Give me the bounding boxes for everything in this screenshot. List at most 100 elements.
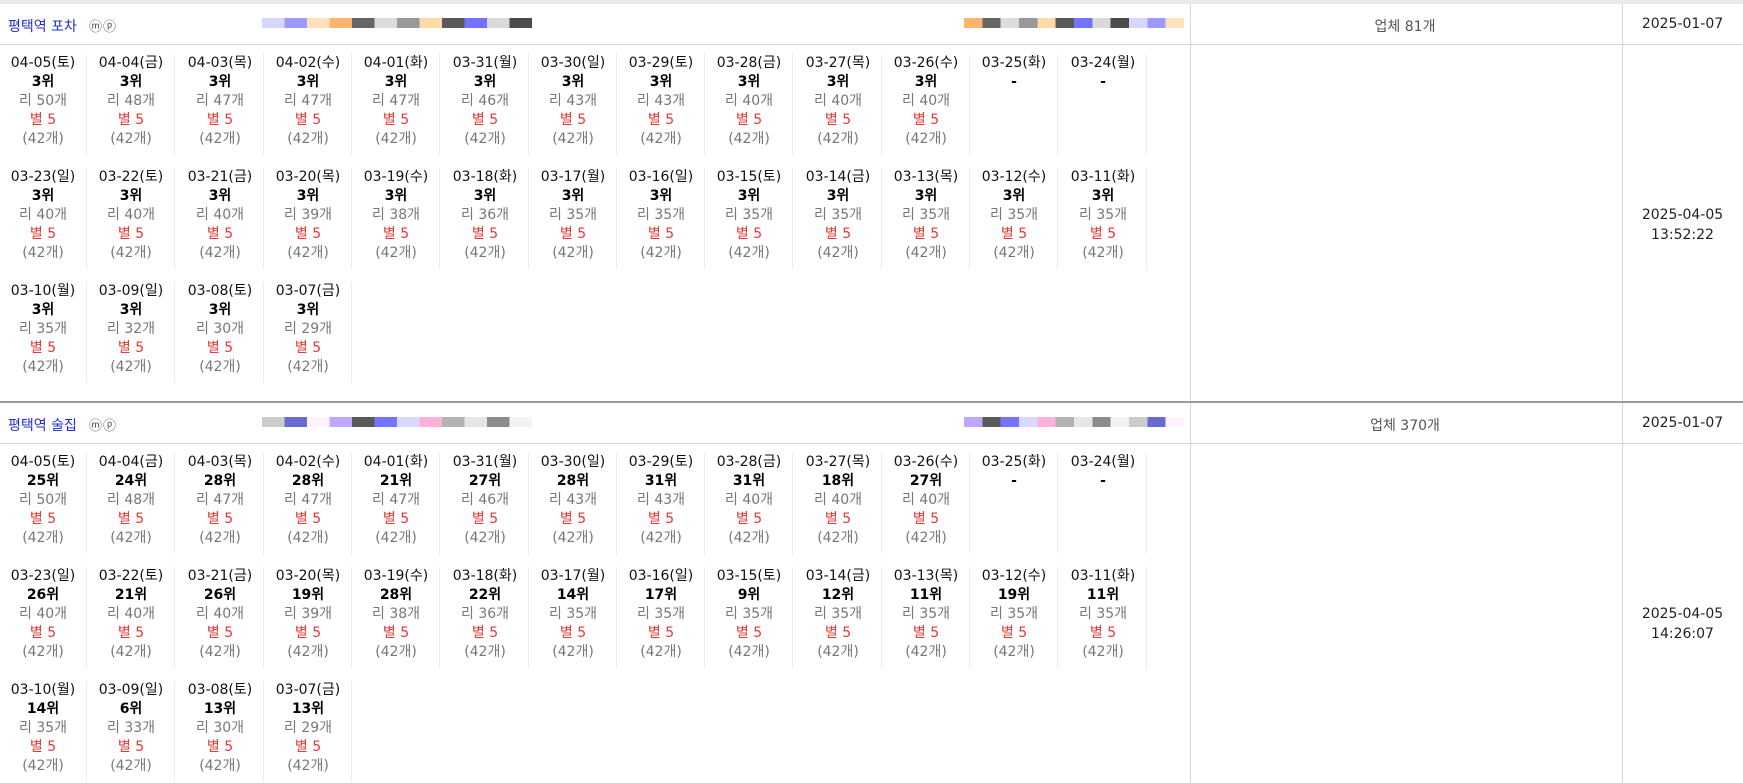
day-star-count: (42개)	[199, 131, 241, 147]
day-star-count: (42개)	[993, 644, 1035, 660]
day-rank: 3위	[649, 74, 673, 90]
day-review-count: 리 40개	[106, 606, 156, 622]
day-date: 03-23(일)	[10, 169, 76, 185]
keyword-link[interactable]: 평택역 포차	[8, 16, 77, 36]
day-date: 03-24(월)	[1070, 55, 1136, 71]
keyword-header-row: 평택역 포차 ⓜⓟ 업체 81개 2025-01-07	[0, 4, 1743, 45]
day-rank: 3위	[649, 188, 673, 204]
day-star-count: (42개)	[375, 131, 417, 147]
day-star-rating: 별 5	[912, 112, 940, 128]
column-divider	[1622, 403, 1623, 783]
day-rank: 3위	[208, 74, 232, 90]
day-star-count: (42개)	[22, 644, 64, 660]
day-rank-cell: 03-09(일) 6위 리 33개 별 5 (42개)	[88, 681, 175, 782]
day-rank-cell: 03-30(일) 3위 리 43개 별 5 (42개)	[530, 54, 617, 155]
day-review-count: 리 40개	[106, 207, 156, 223]
day-date: 03-30(일)	[540, 55, 606, 71]
day-star-rating: 별 5	[471, 226, 499, 242]
day-star-rating: 별 5	[294, 112, 322, 128]
day-star-count: (42개)	[110, 530, 152, 546]
day-rank-cell: 03-15(토) 3위 리 35개 별 5 (42개)	[706, 168, 793, 269]
day-star-count: (42개)	[199, 530, 241, 546]
day-star-count: (42개)	[817, 530, 859, 546]
day-rank-cell: 03-18(화) 22위 리 36개 별 5 (42개)	[442, 567, 529, 668]
day-star-count: (42개)	[552, 644, 594, 660]
day-rank: 13위	[203, 701, 237, 717]
business-count: 업체 370개	[1370, 418, 1440, 434]
day-rank-cell: 03-29(토) 31위 리 43개 별 5 (42개)	[618, 453, 705, 554]
day-star-count: (42개)	[728, 131, 770, 147]
day-rank: 6위	[119, 701, 143, 717]
day-star-count: (42개)	[817, 644, 859, 660]
day-rank: 3위	[208, 188, 232, 204]
day-rank: 3위	[119, 302, 143, 318]
day-star-count: (42개)	[1082, 245, 1124, 261]
keyword-link[interactable]: 평택역 술집	[8, 415, 77, 435]
day-review-count: 리 38개	[371, 207, 421, 223]
day-star-rating: 별 5	[29, 511, 57, 527]
day-rank-cell: 04-01(화) 21위 리 47개 별 5 (42개)	[353, 453, 440, 554]
column-divider	[1190, 4, 1191, 403]
day-rank: -	[1011, 74, 1017, 90]
day-review-count: 리 35개	[18, 321, 68, 337]
day-rank: 21위	[114, 587, 148, 603]
day-star-rating: 별 5	[471, 511, 499, 527]
day-review-count: 리 40개	[813, 492, 863, 508]
day-star-count: (42개)	[640, 131, 682, 147]
day-rank-cell: 03-29(토) 3위 리 43개 별 5 (42개)	[618, 54, 705, 155]
day-star-count: (42개)	[464, 131, 506, 147]
day-rank-cell: 03-19(수) 28위 리 38개 별 5 (42개)	[353, 567, 440, 668]
day-review-count: 리 43개	[548, 492, 598, 508]
mp-badge-icons[interactable]: ⓜⓟ	[89, 415, 117, 434]
day-review-count: 리 46개	[460, 93, 510, 109]
day-rank: 3위	[31, 302, 55, 318]
day-rank-cell: 03-25(화) -	[971, 453, 1058, 554]
day-date: 03-24(월)	[1070, 454, 1136, 470]
day-rank: 3위	[826, 188, 850, 204]
day-rank: 14위	[26, 701, 60, 717]
day-date: 04-05(토)	[10, 55, 76, 71]
day-review-count: 리 35개	[813, 606, 863, 622]
day-date: 03-28(금)	[716, 55, 782, 71]
last-updated-date: 2025-04-05	[1641, 207, 1724, 223]
day-date: 03-31(월)	[452, 454, 518, 470]
day-star-rating: 별 5	[294, 739, 322, 755]
day-star-rating: 별 5	[559, 625, 587, 641]
day-rank-cell: 03-23(일) 3위 리 40개 별 5 (42개)	[0, 168, 87, 269]
day-rank-cell: 03-16(일) 17위 리 35개 별 5 (42개)	[618, 567, 705, 668]
day-review-count: 리 43개	[636, 93, 686, 109]
day-star-rating: 별 5	[912, 625, 940, 641]
day-star-count: (42개)	[287, 530, 329, 546]
day-rank-cell: 03-10(월) 14위 리 35개 별 5 (42개)	[0, 681, 87, 782]
mp-badge-icons[interactable]: ⓜⓟ	[89, 16, 117, 35]
day-rank-cell: 03-19(수) 3위 리 38개 별 5 (42개)	[353, 168, 440, 269]
day-rank-cell: 04-03(목) 3위 리 47개 별 5 (42개)	[177, 54, 264, 155]
day-date: 03-08(토)	[187, 682, 253, 698]
day-rank-cell: 03-15(토) 9위 리 35개 별 5 (42개)	[706, 567, 793, 668]
day-review-count: 리 32개	[106, 321, 156, 337]
day-star-rating: 별 5	[29, 112, 57, 128]
day-star-rating: 별 5	[1000, 625, 1028, 641]
day-review-count: 리 50개	[18, 93, 68, 109]
day-rank: -	[1100, 473, 1106, 489]
day-rank: 27위	[909, 473, 943, 489]
day-star-count: (42개)	[110, 644, 152, 660]
redacted-place-address	[964, 18, 1184, 28]
day-star-rating: 별 5	[735, 625, 763, 641]
day-review-count: 리 47개	[283, 93, 333, 109]
day-review-count: 리 39개	[283, 207, 333, 223]
day-review-count: 리 40개	[195, 207, 245, 223]
day-rank: 3위	[914, 74, 938, 90]
day-rank-cell: 03-08(토) 3위 리 30개 별 5 (42개)	[177, 282, 264, 383]
last-updated: 2025-04-05 14:26:07	[1622, 604, 1743, 644]
day-rank: 3위	[737, 74, 761, 90]
day-date: 03-07(금)	[275, 283, 341, 299]
day-star-count: (42개)	[464, 644, 506, 660]
day-star-count: (42개)	[1082, 644, 1124, 660]
day-rank: 11위	[1086, 587, 1120, 603]
day-date: 03-15(토)	[716, 568, 782, 584]
day-rank-cell: 03-16(일) 3위 리 35개 별 5 (42개)	[618, 168, 705, 269]
day-star-count: (42개)	[22, 359, 64, 375]
day-review-count: 리 40개	[724, 93, 774, 109]
day-star-rating: 별 5	[824, 112, 852, 128]
